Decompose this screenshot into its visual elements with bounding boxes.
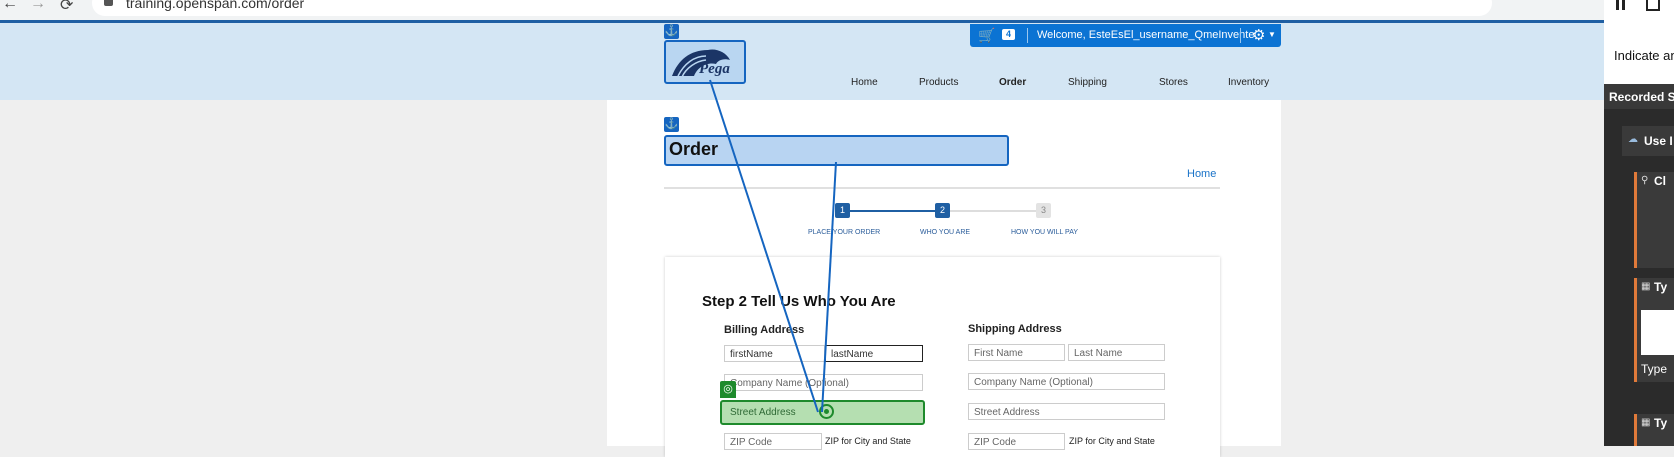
- pause-icon[interactable]: [1616, 0, 1625, 10]
- step-thumbnail: [1641, 310, 1674, 355]
- recorder-panel: Indicate an Recorded St ☁ Use I ⚲ Cl ▦ T…: [1604, 0, 1674, 446]
- step-edge: [1634, 172, 1637, 268]
- step-item-label: Use I: [1644, 134, 1673, 148]
- anchor-connector-lines: [709, 79, 837, 413]
- step-item[interactable]: ☁ Use I: [1622, 126, 1674, 156]
- step-item[interactable]: ▦ Ty Type: [1634, 278, 1674, 382]
- step-item[interactable]: ▦ Ty: [1634, 414, 1674, 446]
- click-icon: ⚲: [1641, 175, 1649, 186]
- type-icon: ▦: [1641, 281, 1651, 292]
- cloud-icon: ☁: [1628, 134, 1638, 145]
- recorded-steps-header: Recorded St: [1604, 84, 1674, 109]
- step-edge: [1634, 278, 1637, 382]
- title-connector-line: [821, 161, 837, 413]
- step-item-label: Ty: [1654, 416, 1668, 430]
- type-icon: ▦: [1641, 417, 1651, 428]
- logo-connector-line: [709, 79, 819, 413]
- step-item[interactable]: ⚲ Cl: [1634, 172, 1674, 268]
- step-item-label: Ty: [1654, 280, 1668, 294]
- recorder-header: [1604, 0, 1674, 84]
- indicate-instruction: Indicate an: [1614, 48, 1674, 63]
- save-icon[interactable]: [1646, 0, 1660, 11]
- step-item-sublabel: Type: [1641, 362, 1668, 376]
- step-edge: [1634, 414, 1637, 446]
- recorded-steps-title: Recorded St: [1609, 90, 1674, 104]
- step-item-label: Cl: [1654, 174, 1666, 188]
